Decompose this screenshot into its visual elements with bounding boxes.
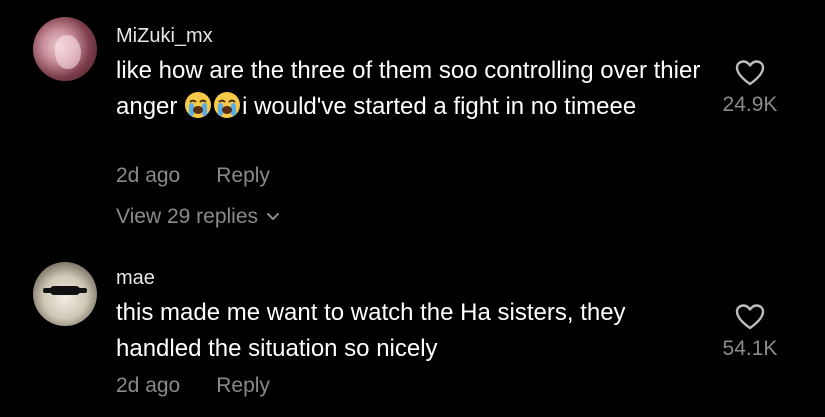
- comment-text: this made me want to watch the Ha sister…: [116, 299, 626, 362]
- comment-timestamp: 2d ago: [116, 164, 181, 187]
- reply-button[interactable]: Reply: [216, 164, 270, 187]
- comment-meta: 2d ago Reply: [116, 374, 270, 398]
- avatar[interactable]: [33, 262, 97, 326]
- comment-timestamp: 2d ago: [116, 374, 181, 397]
- comment-text-part-2: i would've started a fight in no timeee: [242, 93, 637, 120]
- reply-button[interactable]: Reply: [216, 374, 270, 397]
- avatar[interactable]: [33, 17, 97, 81]
- view-replies-button[interactable]: View 29 replies: [116, 205, 280, 229]
- loudly-crying-face-emoji-icon: [214, 92, 241, 118]
- like-control: 54.1K: [705, 303, 795, 361]
- comment-meta: 2d ago Reply: [116, 164, 270, 188]
- heart-outline-icon[interactable]: [735, 59, 765, 87]
- comment-list: MiZuki_mx like how are the three of them…: [0, 0, 825, 417]
- view-replies-label: View 29 replies: [116, 205, 259, 228]
- chevron-down-icon: [267, 213, 280, 220]
- like-count: 24.9K: [722, 93, 778, 116]
- loudly-crying-face-emoji-icon: [185, 92, 212, 118]
- comment-item: mae this made me want to watch the Ha si…: [0, 250, 825, 417]
- comment-text: like how are the three of them soo contr…: [116, 53, 716, 125]
- like-control: 24.9K: [705, 59, 795, 117]
- comment-username[interactable]: MiZuki_mx: [116, 25, 213, 48]
- comment-username[interactable]: mae: [116, 267, 155, 290]
- heart-outline-icon[interactable]: [735, 303, 765, 331]
- comment-item: MiZuki_mx like how are the three of them…: [0, 0, 825, 250]
- like-count: 54.1K: [722, 337, 778, 360]
